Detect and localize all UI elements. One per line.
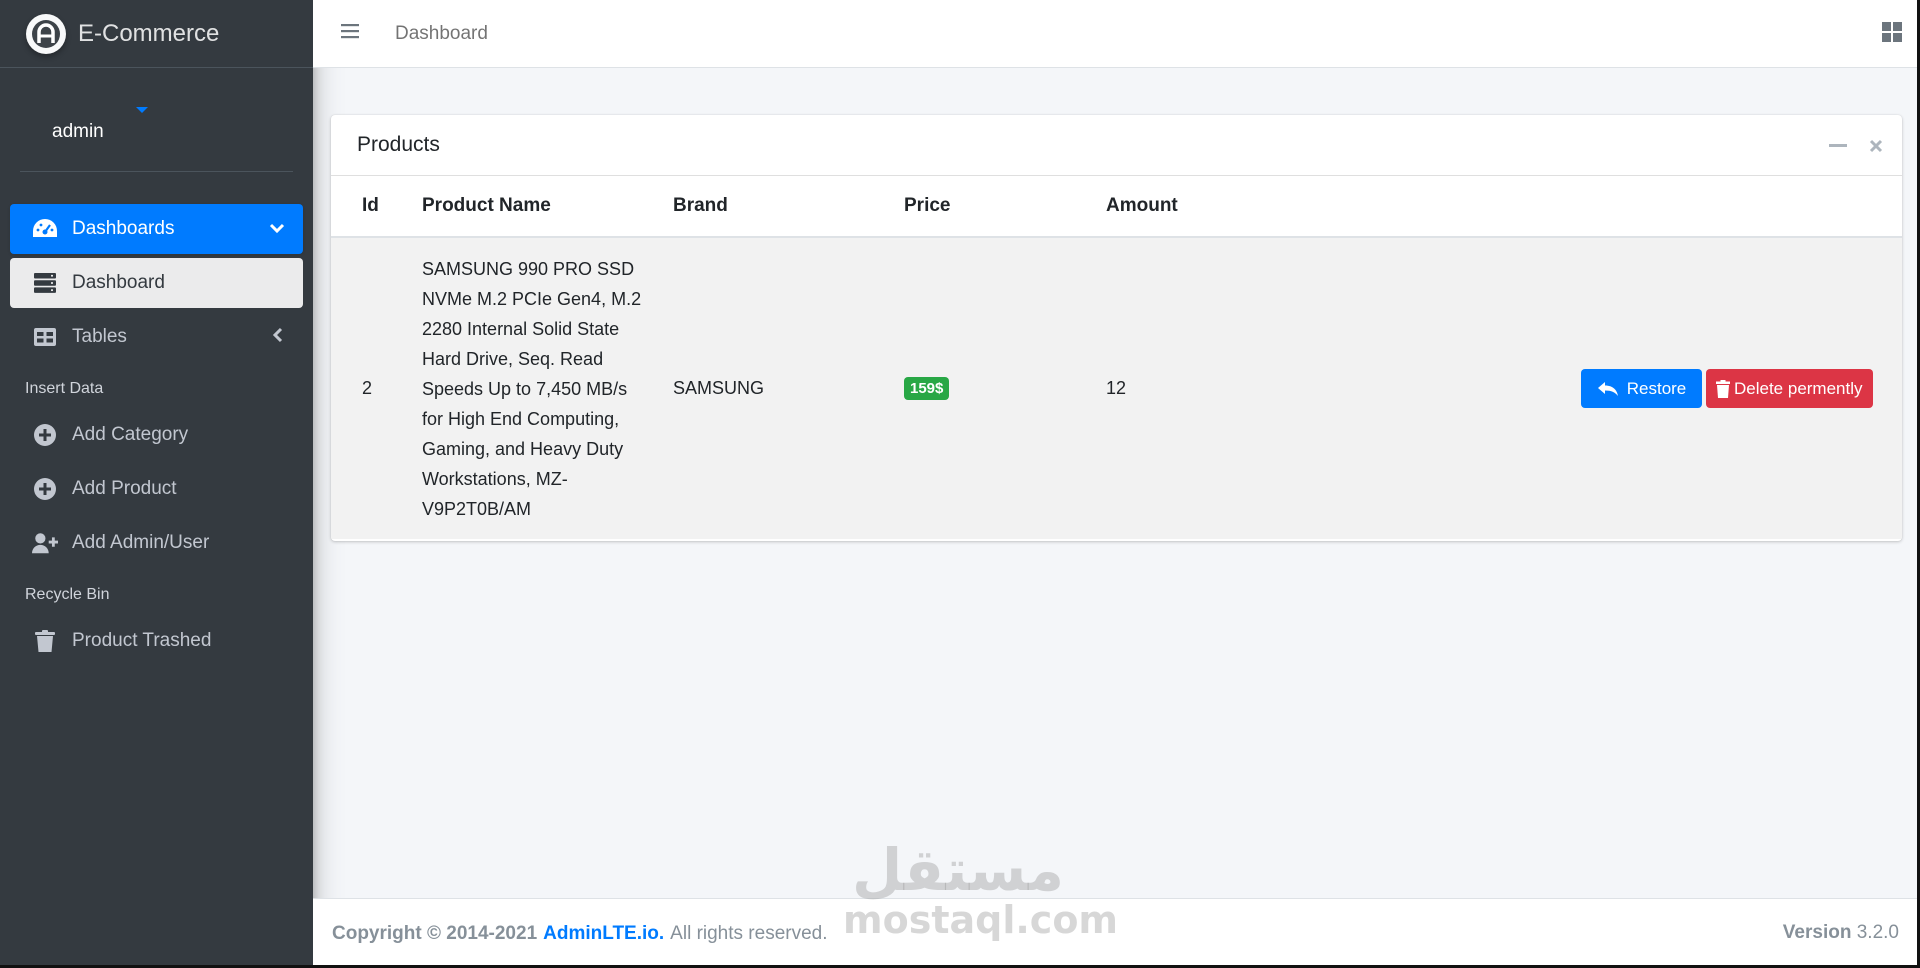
- products-card: Products Id Product Name Brand Price Amo…: [331, 115, 1902, 541]
- sidebar-item-add-product[interactable]: Add Product: [10, 464, 303, 514]
- cell-brand: SAMSUNG: [673, 237, 904, 539]
- sidebar-item-label: Dashboards: [72, 218, 175, 239]
- brand-logo: [26, 13, 66, 54]
- chevron-left-icon: [271, 327, 285, 349]
- sidebar-item-label: Tables: [72, 326, 127, 347]
- version-info: Version 3.2.0: [1783, 922, 1899, 944]
- column-header-id: Id: [331, 176, 422, 238]
- sidebar-item-label: Add Admin/User: [72, 532, 210, 553]
- card-tools: [1826, 135, 1888, 157]
- cell-price: 159$: [904, 237, 1106, 539]
- cell-actions: Restore Delete permently: [1306, 237, 1902, 539]
- column-header-price: Price: [904, 176, 1106, 238]
- product-name-text: SAMSUNG 990 PRO SSD NVMe M.2 PCIe Gen4, …: [422, 258, 642, 519]
- sidebar-item-product-trashed[interactable]: Product Trashed: [10, 616, 303, 666]
- sidebar-item-label: Add Category: [72, 424, 189, 445]
- restore-label: Restore: [1626, 378, 1687, 398]
- sidebar-item-label: Add Product: [72, 478, 177, 499]
- hamburger-menu-icon[interactable]: [341, 23, 359, 45]
- card-header: Products: [331, 115, 1902, 176]
- watermark-arabic: مستقل: [851, 836, 1065, 904]
- top-navbar: Dashboard: [313, 0, 1920, 68]
- cell-id: 2: [331, 237, 422, 539]
- grid-icon[interactable]: [1882, 22, 1902, 48]
- column-header-actions: [1306, 176, 1902, 238]
- nav-header-recycle: Recycle Bin: [25, 586, 110, 603]
- price-badge: 159$: [904, 377, 950, 400]
- rights-text: All rights reserved.: [670, 922, 828, 944]
- caret-down-icon[interactable]: [136, 107, 148, 113]
- chevron-down-icon: [269, 219, 285, 241]
- trash-icon: [1716, 379, 1730, 398]
- close-icon[interactable]: [1864, 135, 1888, 157]
- main-sidebar: E-Commerce admin Dashboards Dashboard Ta…: [0, 0, 313, 968]
- cell-amount: 12: [1106, 237, 1306, 539]
- table-header-row: Id Product Name Brand Price Amount: [331, 176, 1902, 238]
- minus-icon[interactable]: [1826, 135, 1850, 157]
- breadcrumb-dashboard-link[interactable]: Dashboard: [395, 23, 488, 45]
- sidebar-item-dashboard[interactable]: Dashboard: [10, 258, 303, 308]
- sidebar-item-tables[interactable]: Tables: [10, 312, 303, 362]
- products-table: Id Product Name Brand Price Amount 2 SAM…: [331, 176, 1902, 539]
- user-plus-icon: [32, 530, 58, 556]
- cell-product-name: SAMSUNG 990 PRO SSD NVMe M.2 PCIe Gen4, …: [422, 237, 673, 539]
- plus-circle-icon: [32, 476, 58, 502]
- sidebar-item-label: Dashboard: [72, 272, 165, 293]
- server-icon: [32, 270, 58, 296]
- user-panel[interactable]: admin: [20, 68, 293, 172]
- user-name[interactable]: admin: [52, 121, 104, 143]
- copyright-text: Copyright © 2014-2021: [332, 922, 538, 944]
- brand-name: E-Commerce: [78, 19, 220, 47]
- card-title: Products: [357, 133, 440, 156]
- version-label: Version: [1782, 922, 1852, 943]
- version-number: 3.2.0: [1856, 922, 1899, 943]
- trash-icon: [32, 628, 58, 654]
- reply-all-icon: [1597, 381, 1619, 397]
- table-icon: [32, 324, 58, 350]
- column-header-brand: Brand: [673, 176, 904, 238]
- brand-link[interactable]: E-Commerce: [0, 0, 313, 68]
- table-row: 2 SAMSUNG 990 PRO SSD NVMe M.2 PCIe Gen4…: [331, 237, 1902, 539]
- tachometer-icon: [32, 216, 58, 242]
- sidebar-item-add-category[interactable]: Add Category: [10, 410, 303, 460]
- column-header-product-name: Product Name: [422, 176, 673, 238]
- restore-button[interactable]: Restore: [1581, 369, 1702, 408]
- sidebar-item-dashboards[interactable]: Dashboards: [10, 204, 303, 254]
- main-footer: Copyright © 2014-2021 AdminLTE.io. All r…: [313, 898, 1920, 968]
- delete-label: Delete permently: [1734, 378, 1863, 398]
- delete-permanently-button[interactable]: Delete permently: [1706, 369, 1873, 408]
- sidebar-nav: Dashboards Dashboard Tables Insert Data: [0, 204, 313, 666]
- plus-circle-icon: [32, 422, 58, 448]
- column-header-amount: Amount: [1106, 176, 1306, 238]
- adminlte-link[interactable]: AdminLTE.io.: [543, 923, 664, 945]
- sidebar-item-add-admin-user[interactable]: Add Admin/User: [10, 518, 303, 568]
- sidebar-item-label: Product Trashed: [72, 630, 212, 651]
- nav-header-insert: Insert Data: [25, 380, 104, 397]
